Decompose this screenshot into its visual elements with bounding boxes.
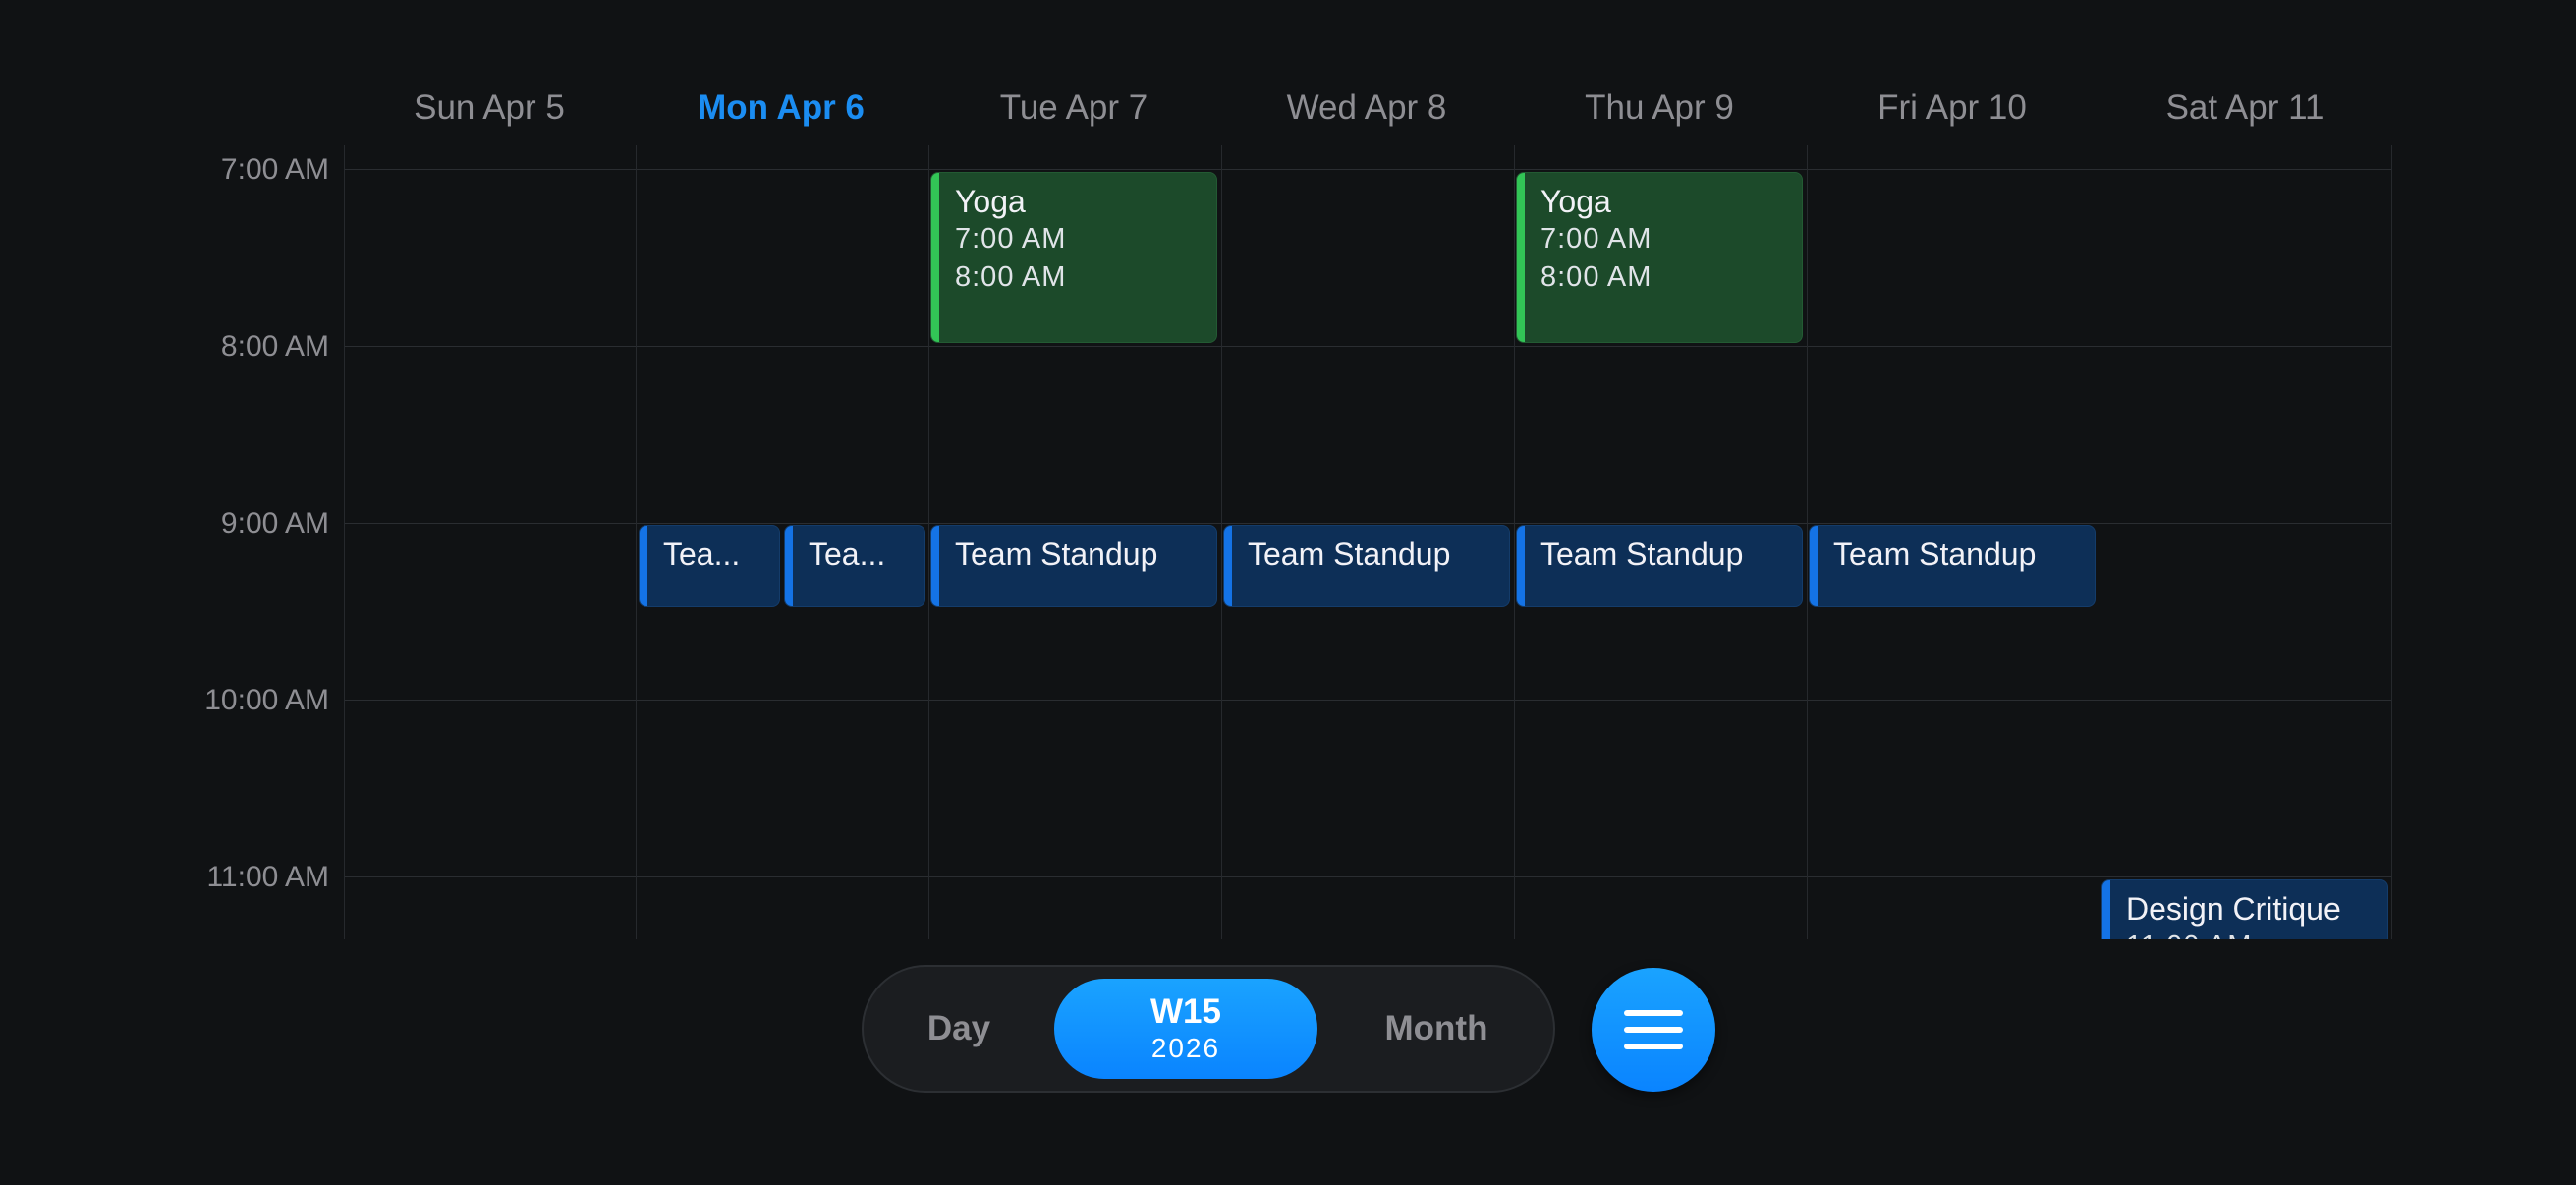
- day-header-tue[interactable]: Tue Apr 7: [928, 84, 1219, 133]
- event-title: Team Standup: [1540, 536, 1744, 572]
- event-yoga-tue[interactable]: Yoga 7:00 AM 8:00 AM: [930, 172, 1217, 343]
- event-title: Team Standup: [955, 536, 1158, 572]
- day-divider: [1514, 145, 1515, 939]
- event-team-standup-mon-1[interactable]: Tea...: [639, 525, 780, 607]
- day-header-mon-today[interactable]: Mon Apr 6: [636, 84, 926, 133]
- month-view-button[interactable]: Month: [1333, 967, 1540, 1091]
- calendar-week-view: Sun Apr 5 Mon Apr 6 Tue Apr 7 Wed Apr 8 …: [0, 0, 2576, 1185]
- day-view-button[interactable]: Day: [885, 967, 1033, 1091]
- hour-line: [344, 523, 2392, 524]
- view-switcher: Day W15 2026 Month: [862, 965, 1555, 1093]
- time-label-10am: 10:00 AM: [204, 684, 329, 716]
- event-team-standup-tue[interactable]: Team Standup: [930, 525, 1217, 607]
- event-start-time: 7:00 AM: [1540, 223, 1652, 254]
- day-divider: [636, 145, 637, 939]
- week-number: W15: [1150, 992, 1221, 1031]
- day-header-thu[interactable]: Thu Apr 9: [1514, 84, 1805, 133]
- hour-line: [344, 346, 2392, 347]
- time-label-8am: 8:00 AM: [220, 330, 329, 363]
- day-divider: [1807, 145, 1808, 939]
- event-start-time: 7:00 AM: [955, 223, 1067, 254]
- day-header-sat[interactable]: Sat Apr 11: [2100, 84, 2390, 133]
- event-title: Tea...: [809, 536, 886, 572]
- event-title: Design Critique: [2126, 891, 2341, 927]
- day-divider: [928, 145, 929, 939]
- week-year: 2026: [1150, 1033, 1221, 1063]
- event-team-standup-wed[interactable]: Team Standup: [1223, 525, 1510, 607]
- event-end-time: 8:00 AM: [955, 261, 1067, 293]
- event-title: Team Standup: [1833, 536, 2037, 572]
- hour-line: [344, 876, 2392, 877]
- event-title: Yoga: [955, 184, 1026, 219]
- event-start-time: 11:00 AM: [2126, 928, 2387, 939]
- day-header-fri[interactable]: Fri Apr 10: [1807, 84, 2098, 133]
- day-divider: [1221, 145, 1222, 939]
- event-design-critique-sat[interactable]: Design Critique 11:00 AM: [2101, 879, 2388, 939]
- menu-button[interactable]: [1592, 968, 1715, 1092]
- event-yoga-thu[interactable]: Yoga 7:00 AM 8:00 AM: [1516, 172, 1803, 343]
- event-title: Tea...: [663, 536, 741, 572]
- day-divider: [2391, 145, 2392, 939]
- time-label-9am: 9:00 AM: [220, 507, 329, 539]
- event-team-standup-fri[interactable]: Team Standup: [1809, 525, 2096, 607]
- event-title: Team Standup: [1248, 536, 1451, 572]
- event-end-time: 8:00 AM: [1540, 261, 1652, 293]
- day-header-wed[interactable]: Wed Apr 8: [1221, 84, 1512, 133]
- day-divider: [344, 145, 345, 939]
- event-team-standup-mon-2[interactable]: Tea...: [784, 525, 925, 607]
- calendar-grid[interactable]: Yoga 7:00 AM 8:00 AM Yoga 7:00 AM 8:00 A…: [344, 145, 2392, 939]
- day-header-sun[interactable]: Sun Apr 5: [344, 84, 635, 133]
- hour-line: [344, 169, 2392, 170]
- hour-line: [344, 700, 2392, 701]
- week-view-button[interactable]: W15 2026: [1054, 979, 1317, 1079]
- event-team-standup-thu[interactable]: Team Standup: [1516, 525, 1803, 607]
- time-label-11am: 11:00 AM: [206, 861, 329, 893]
- time-label-7am: 7:00 AM: [220, 153, 329, 186]
- event-title: Yoga: [1540, 184, 1611, 219]
